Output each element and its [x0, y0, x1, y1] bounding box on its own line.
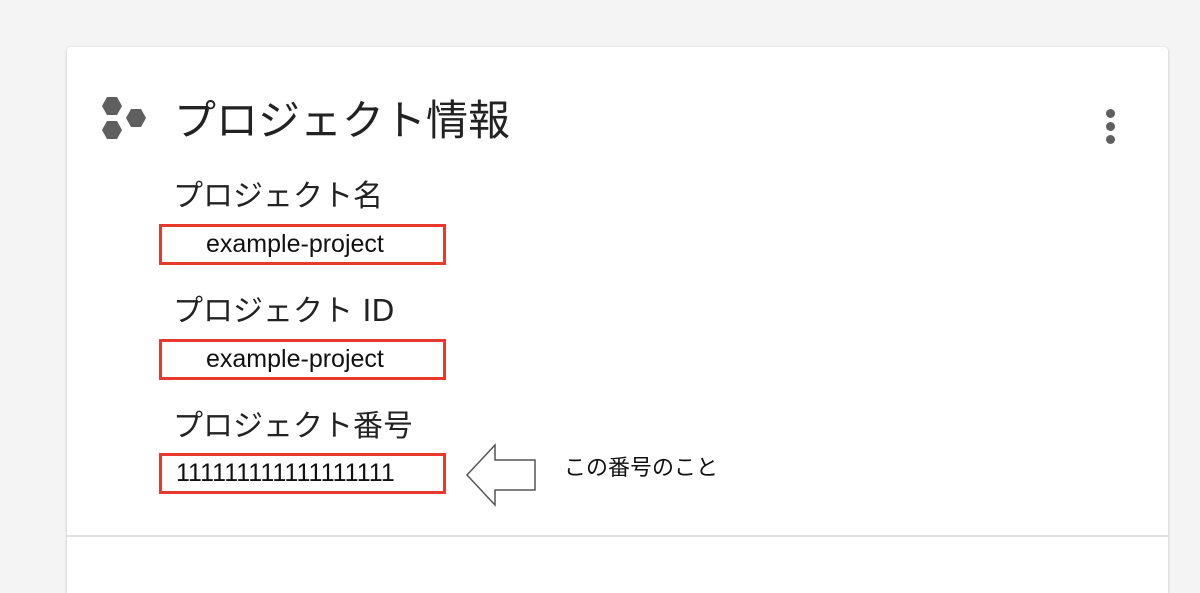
project-name-value: example-project — [206, 230, 384, 258]
project-id-label: プロジェクト ID — [173, 294, 395, 329]
more-vert-icon-dot — [1105, 121, 1115, 131]
page: プロジェクト情報 プロジェクト名 example-project プロジェクト … — [0, 0, 1200, 593]
hexagon-cluster-icon — [102, 97, 146, 139]
annotation-text: この番号のこと — [564, 456, 719, 481]
project-number-value: 111111111111111111 — [176, 459, 395, 487]
more-options-button[interactable] — [1095, 105, 1125, 147]
more-vert-icon-dot — [1105, 134, 1115, 144]
project-id-value-box: example-project — [159, 339, 446, 380]
card-divider — [67, 535, 1168, 537]
project-id-value: example-project — [206, 345, 384, 373]
more-vert-icon — [1105, 108, 1115, 118]
card-title: プロジェクト情報 — [174, 96, 511, 145]
project-number-value-box: 111111111111111111 — [159, 453, 446, 494]
project-info-card: プロジェクト情報 プロジェクト名 example-project プロジェクト … — [67, 47, 1168, 593]
project-number-label: プロジェクト番号 — [173, 409, 413, 444]
project-name-label: プロジェクト名 — [173, 179, 383, 214]
project-name-value-box: example-project — [159, 224, 446, 265]
left-arrow-icon — [465, 443, 536, 507]
